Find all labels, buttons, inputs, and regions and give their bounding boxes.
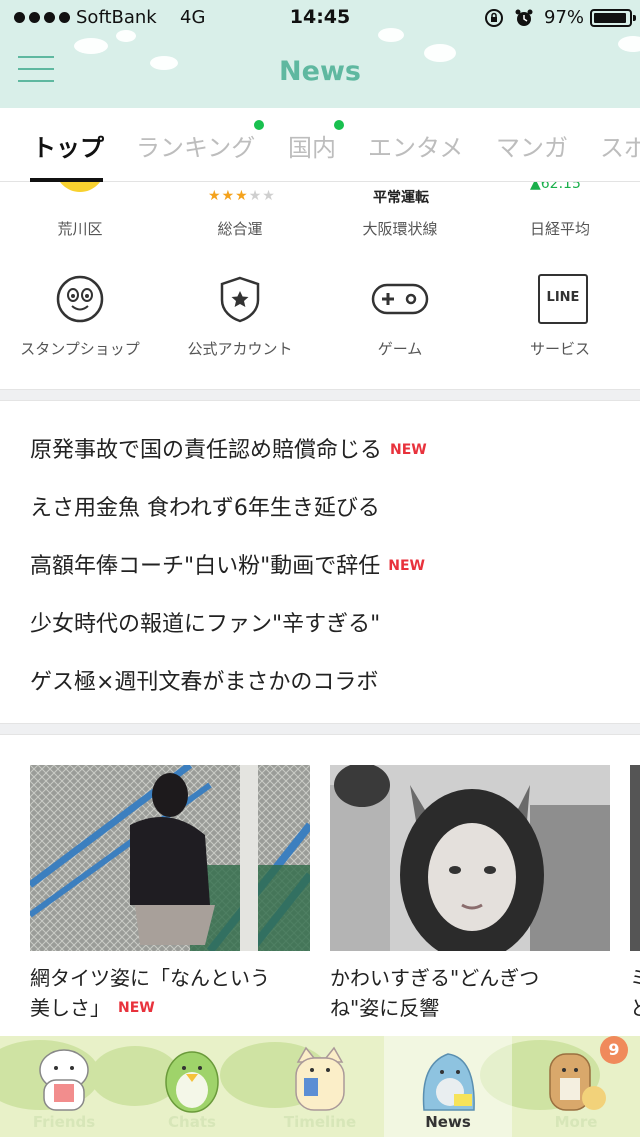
penguin-icon: [165, 1051, 219, 1113]
gamepad-icon[interactable]: [370, 274, 430, 324]
card-thumbnail: [330, 765, 610, 951]
tab-label: Timeline: [283, 1113, 357, 1131]
stock-change: ▲62.15: [530, 182, 581, 192]
battery-icon: [590, 9, 636, 27]
tab-more[interactable]: 9 More: [512, 1036, 640, 1137]
page-title: News: [279, 56, 361, 87]
info-widgets: 荒川区 ★★★★★ 総合運 平常運転 大阪環状線 ▲62.15 日経平均 スタン…: [0, 182, 640, 390]
photo-card[interactable]: ミ と: [630, 765, 640, 1023]
headline-text: えさ用金魚 食われず6年生き延びる: [30, 496, 380, 521]
tab-top[interactable]: トップ: [32, 128, 104, 163]
headline-item[interactable]: 少女時代の報道にファン"辛すぎる": [30, 606, 380, 638]
sticker-shop-label[interactable]: スタンプショップ: [0, 338, 160, 359]
train-widget-label[interactable]: 大阪環状線: [320, 218, 480, 239]
star-icon: ★: [235, 188, 249, 204]
new-badge: NEW: [390, 442, 427, 458]
train-status: 平常運転: [373, 190, 429, 206]
fortune-stars: ★★★★★: [208, 188, 276, 204]
headline-item[interactable]: ゲス極×週刊文春がまさかのコラボ: [30, 664, 378, 696]
tab-manga[interactable]: マンガ: [496, 128, 568, 163]
tab-friends[interactable]: Friends: [0, 1036, 128, 1137]
tab-timeline[interactable]: Timeline: [256, 1036, 384, 1137]
dinosaur-icon: [422, 1053, 475, 1111]
star-icon: ★: [221, 188, 236, 204]
star-icon: ★: [208, 188, 222, 204]
new-badge: NEW: [388, 558, 425, 574]
bottom-tab-bar: Friends Chats Timeline News 9 More: [0, 1036, 640, 1137]
battery-percent: 97%: [544, 7, 585, 28]
top-header: SoftBank 4G 14:45 97% News: [0, 0, 640, 108]
tab-ranking[interactable]: ランキング: [136, 128, 255, 163]
headline-text: 原発事故で国の責任認め賠償命じる: [30, 438, 383, 463]
card-thumbnail: [630, 765, 640, 951]
tab-sports[interactable]: スポ: [600, 128, 640, 163]
tab-chats[interactable]: Chats: [128, 1036, 256, 1137]
tab-label: News: [425, 1113, 471, 1131]
line-logo-icon[interactable]: LINE: [538, 274, 588, 324]
category-tabs: トップ ランキング 国内 エンタメ マンガ スポ: [0, 108, 640, 182]
card-title: ミ と: [630, 963, 640, 1023]
rotation-lock-icon: [485, 9, 503, 27]
photo-cards: 網タイツ姿に「なんという 美しさ」 NEW かわいすぎる"どんぎつ ね"姿に反響: [0, 736, 640, 1036]
alarm-icon: [515, 9, 533, 26]
card-title: かわいすぎる"どんぎつ ね"姿に反響: [330, 966, 540, 1020]
status-bar: SoftBank 4G 14:45 97%: [0, 0, 640, 36]
tab-label: Friends: [32, 1113, 96, 1131]
shield-star-icon[interactable]: [215, 274, 265, 324]
photo-card[interactable]: 網タイツ姿に「なんという 美しさ」 NEW: [30, 765, 310, 1023]
tab-entertainment[interactable]: エンタメ: [368, 128, 463, 163]
game-label[interactable]: ゲーム: [320, 338, 480, 359]
section-divider: [0, 723, 640, 735]
official-account-label[interactable]: 公式アカウント: [160, 338, 320, 359]
card-title: 網タイツ姿に「なんという 美しさ」 NEW: [30, 966, 270, 1020]
headline-text: 少女時代の報道にファン"辛すぎる": [30, 612, 381, 637]
cat-icon: [295, 1046, 345, 1111]
weather-widget-label[interactable]: 荒川区: [0, 218, 160, 239]
headline-item[interactable]: 原発事故で国の責任認め賠償命じる NEW: [30, 432, 427, 464]
tab-label: More: [554, 1113, 598, 1131]
headline-item[interactable]: 高額年俸コーチ"白い粉"動画で辞任 NEW: [30, 548, 425, 580]
services-label[interactable]: サービス: [480, 338, 640, 359]
polar-bear-icon: [39, 1049, 89, 1111]
cloud-decoration: [74, 38, 108, 54]
stock-widget-label[interactable]: 日経平均: [480, 218, 640, 239]
headline-text: 高額年俸コーチ"白い粉"動画で辞任: [30, 554, 381, 579]
sun-icon: [55, 182, 105, 192]
star-icon: ★: [248, 188, 263, 204]
tab-ranking-dot: [254, 120, 264, 130]
cloud-decoration: [618, 36, 640, 52]
star-icon: ★: [262, 188, 276, 204]
tab-domestic-dot: [334, 120, 344, 130]
headline-item[interactable]: えさ用金魚 食われず6年生き延びる: [30, 490, 380, 522]
card-thumbnail: [30, 765, 310, 951]
new-badge: NEW: [118, 1000, 155, 1016]
sticker-face-icon[interactable]: [55, 274, 105, 324]
notification-badge: 9: [600, 1036, 628, 1064]
fortune-widget-label[interactable]: 総合運: [160, 218, 320, 239]
section-divider: [0, 389, 640, 401]
tab-domestic[interactable]: 国内: [288, 128, 336, 163]
tonkatsu-icon: [549, 1053, 606, 1111]
line-logo-text: LINE: [546, 290, 580, 305]
headline-list: 原発事故で国の責任認め賠償命じる NEW えさ用金魚 食われず6年生き延びる 高額…: [0, 402, 640, 724]
headline-text: ゲス極×週刊文春がまさかのコラボ: [30, 670, 379, 695]
tab-label: Chats: [168, 1113, 216, 1131]
tab-news[interactable]: News: [384, 1036, 512, 1137]
photo-card[interactable]: かわいすぎる"どんぎつ ね"姿に反響: [330, 765, 610, 1023]
